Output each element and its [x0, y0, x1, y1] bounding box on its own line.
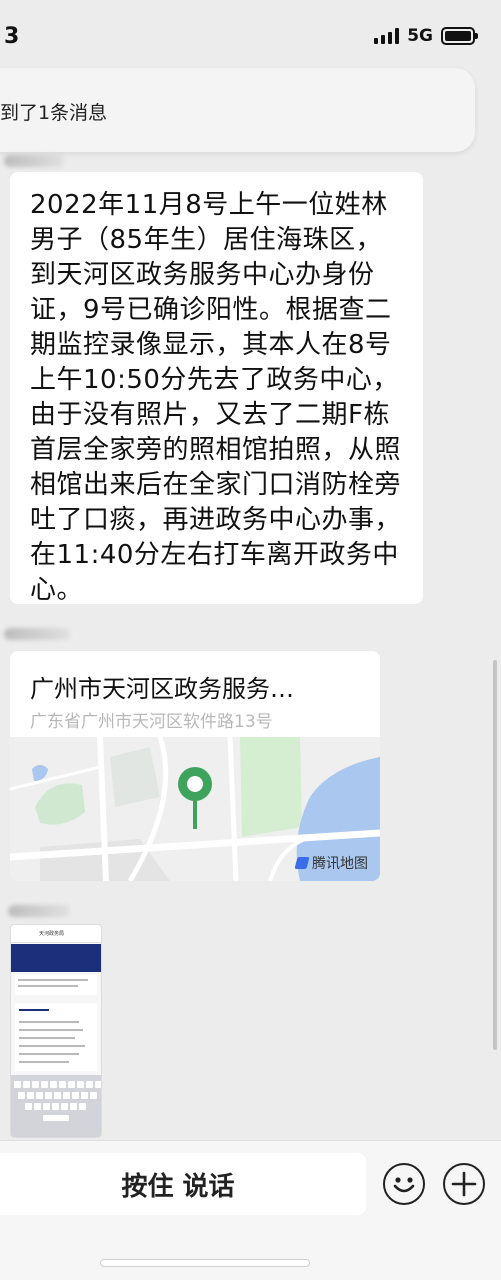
emoji-icon[interactable] — [383, 1163, 425, 1205]
thumb-message — [15, 975, 97, 995]
status-bar: 3 5G — [0, 0, 501, 72]
tencent-map-icon — [294, 857, 310, 869]
status-icons: 5G — [374, 26, 478, 46]
sender-name-blurred — [8, 905, 70, 917]
location-title: 广州市天河区政务服务… — [30, 675, 294, 703]
thumb-keyboard — [11, 1075, 101, 1137]
sender-name-blurred — [4, 155, 64, 167]
map-provider-logo: 腾讯地图 — [294, 853, 368, 873]
thumb-title-bar: 天河政务局 — [11, 925, 101, 943]
location-card[interactable]: 广州市天河区政务服务… 广东省广州市天河区软件路13号 腾讯地图 — [10, 651, 380, 881]
thumb-title: 天河政务局 — [39, 931, 65, 937]
thumb-banner — [11, 944, 101, 972]
home-indicator — [100, 1259, 310, 1267]
notification-text: 到了1条消息 — [0, 102, 108, 124]
message-bubble[interactable]: 2022年11月8号上午一位姓林男子（85年生）居住海珠区，到天河区政务服务中心… — [10, 172, 423, 605]
hold-to-talk-button[interactable]: 按住 说话 — [0, 1153, 366, 1215]
signal-bars-icon — [374, 28, 400, 44]
plus-icon[interactable] — [443, 1163, 485, 1205]
chat-scrollbar[interactable] — [493, 660, 497, 1050]
thumb-card — [15, 1003, 97, 1071]
sender-name-blurred — [4, 628, 70, 640]
map-provider-label: 腾讯地图 — [312, 856, 368, 872]
status-time: 3 — [4, 24, 20, 49]
input-bar: 按住 说话 — [0, 1140, 501, 1280]
location-map[interactable]: 腾讯地图 — [10, 736, 380, 881]
notification-banner[interactable]: 到了1条消息 — [0, 68, 475, 152]
image-message-thumbnail[interactable]: 天河政务局 — [10, 924, 102, 1138]
network-type: 5G — [407, 26, 433, 46]
location-address: 广东省广州市天河区软件路13号 — [30, 712, 273, 732]
battery-icon — [441, 27, 478, 45]
message-text: 2022年11月8号上午一位姓林男子（85年生）居住海珠区，到天河区政务服务中心… — [30, 190, 402, 605]
